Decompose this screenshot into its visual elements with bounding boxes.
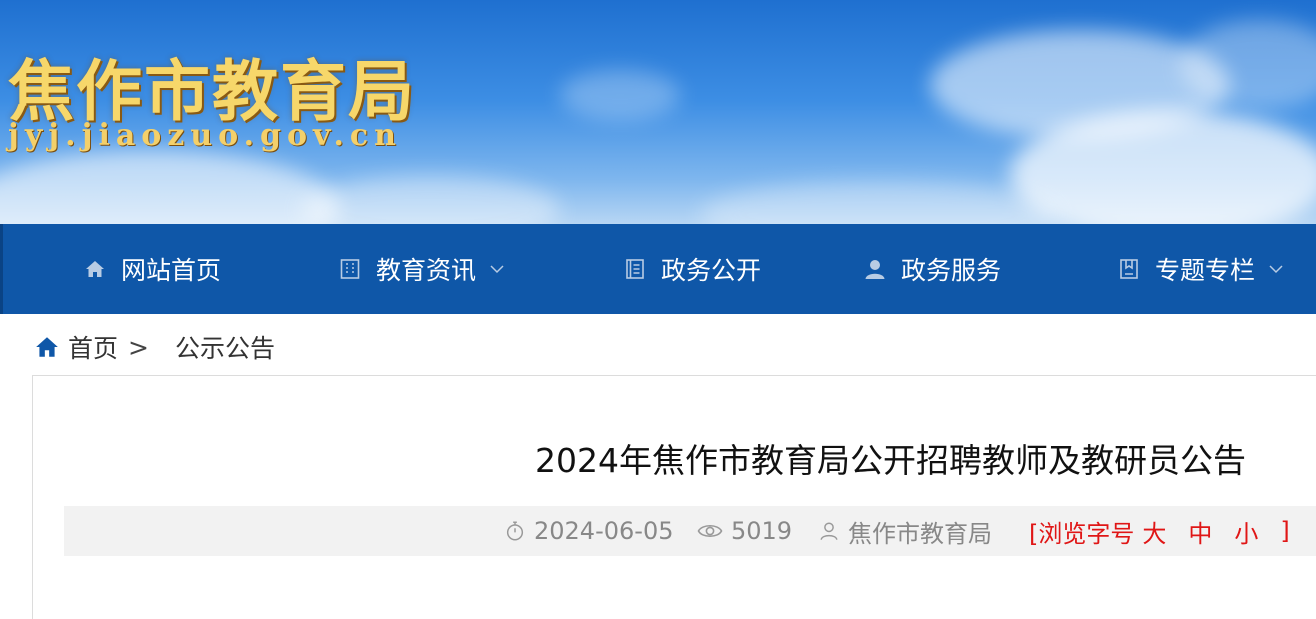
user-icon bbox=[818, 520, 840, 542]
font-size-label: [浏览字号 bbox=[1029, 519, 1135, 548]
nav-item-government-services[interactable]: 政务服务 bbox=[863, 224, 1001, 314]
chevron-down-icon bbox=[490, 264, 504, 274]
breadcrumb-home-link[interactable]: 首页 bbox=[68, 329, 118, 365]
nav-item-education-news[interactable]: 教育资讯 bbox=[338, 224, 504, 314]
nav-item-special-topics[interactable]: 专题专栏 bbox=[1117, 224, 1283, 314]
nav-item-label: 政务服务 bbox=[901, 256, 1002, 285]
bookmark-icon bbox=[1117, 257, 1141, 281]
breadcrumb-current[interactable]: 公示公告 bbox=[175, 329, 275, 365]
page: 焦作市教育局 jyj.jiaozuo.gov.cn 网站首页 教育资讯 政务公开 bbox=[0, 0, 1316, 619]
nav-item-label: 政务公开 bbox=[661, 256, 762, 285]
font-size-control: [浏览字号 大 中 小 ] bbox=[1029, 506, 1290, 556]
nav-item-label: 专题专栏 bbox=[1155, 256, 1256, 285]
building-icon bbox=[338, 257, 362, 281]
chevron-down-icon bbox=[1269, 264, 1283, 274]
home-icon[interactable] bbox=[34, 334, 60, 360]
article-title: 2024年焦作市教育局公开招聘教师及教研员公告 bbox=[535, 441, 1246, 480]
banner-cloud bbox=[560, 70, 680, 120]
publish-date: 2024-06-05 bbox=[504, 506, 673, 556]
nav-item-label: 教育资讯 bbox=[376, 256, 477, 285]
article-panel: 2024年焦作市教育局公开招聘教师及教研员公告 2024-06-05 5019 … bbox=[32, 375, 1316, 619]
nav-item-label: 网站首页 bbox=[121, 256, 222, 285]
view-count-text: 5019 bbox=[731, 517, 793, 545]
nav-item-government-affairs[interactable]: 政务公开 bbox=[623, 224, 761, 314]
eye-icon bbox=[697, 520, 723, 542]
stopwatch-icon bbox=[504, 520, 526, 542]
article-meta-bar: 2024-06-05 5019 焦作市教育局 [浏览字号 大 中 小 ] bbox=[64, 506, 1316, 556]
view-count: 5019 bbox=[697, 506, 792, 556]
font-size-large-button[interactable]: 大 bbox=[1142, 514, 1166, 549]
user-icon bbox=[863, 257, 887, 281]
banner-cloud bbox=[0, 150, 340, 224]
main-nav: 网站首页 教育资讯 政务公开 政务服务 专题专栏 bbox=[0, 224, 1316, 314]
publish-date-text: 2024-06-05 bbox=[534, 517, 674, 545]
font-size-medium-button[interactable]: 中 bbox=[1188, 514, 1212, 549]
document-icon bbox=[623, 257, 647, 281]
site-banner: 焦作市教育局 jyj.jiaozuo.gov.cn bbox=[0, 0, 1316, 224]
nav-item-home[interactable]: 网站首页 bbox=[83, 224, 221, 314]
banner-cloud bbox=[700, 180, 1060, 224]
breadcrumb: 首页 > 公示公告 bbox=[34, 324, 275, 370]
article-author-text: 焦作市教育局 bbox=[848, 519, 992, 548]
breadcrumb-separator: > bbox=[128, 332, 149, 362]
font-size-bracket: ] bbox=[1280, 517, 1290, 545]
site-domain: jyj.jiaozuo.gov.cn bbox=[8, 118, 402, 153]
home-icon bbox=[83, 257, 107, 281]
banner-cloud bbox=[300, 175, 560, 224]
font-size-small-button[interactable]: 小 bbox=[1234, 514, 1258, 549]
article-author: 焦作市教育局 bbox=[818, 506, 992, 556]
